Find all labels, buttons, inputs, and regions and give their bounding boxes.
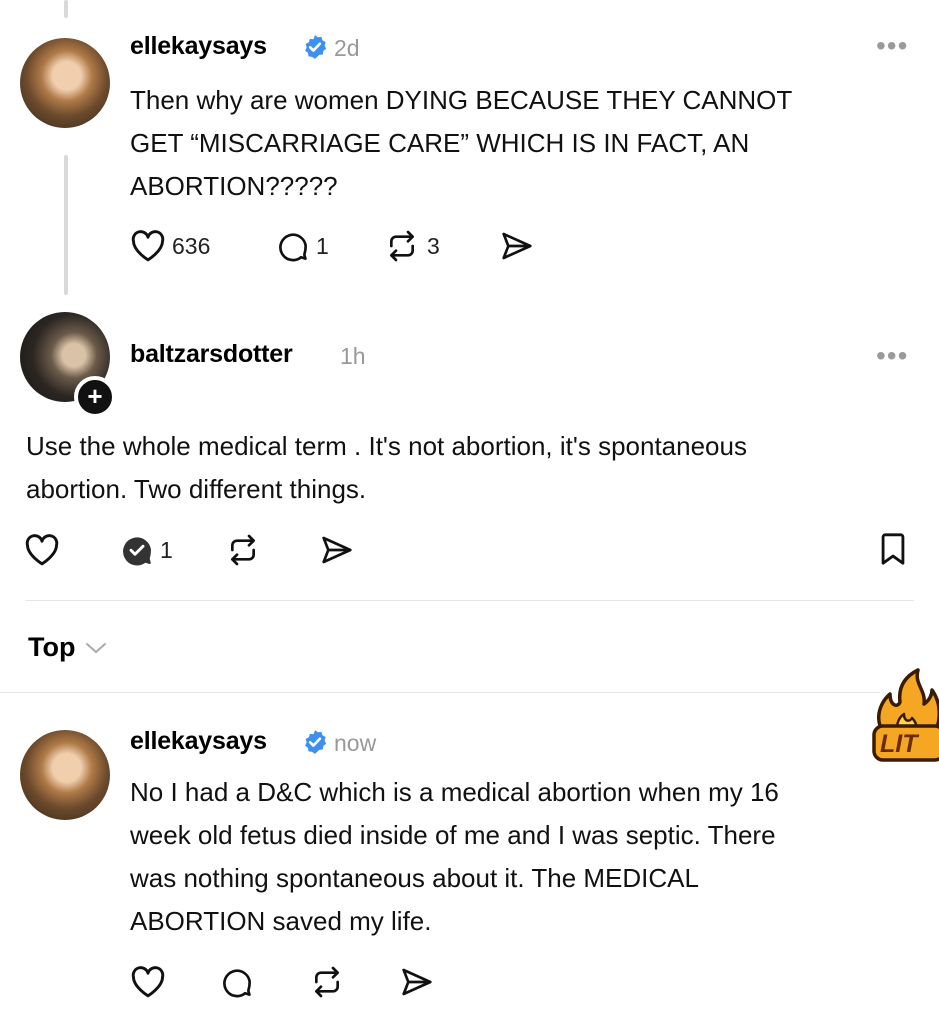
plus-icon[interactable]: + xyxy=(74,376,116,418)
send-icon xyxy=(402,968,432,996)
verified-badge-icon xyxy=(305,35,327,59)
thread-line-post1 xyxy=(64,155,68,295)
post-body: No I had a D&C which is a medical aborti… xyxy=(130,771,779,943)
like-button[interactable]: 636 xyxy=(130,230,210,262)
divider xyxy=(26,600,914,601)
reply-icon xyxy=(123,537,151,566)
repost-icon xyxy=(390,230,414,262)
share-button[interactable] xyxy=(398,966,436,998)
avatar[interactable] xyxy=(20,730,110,820)
post-line: ABORTION saved my life. xyxy=(130,906,432,936)
reply-icon xyxy=(279,233,307,262)
thread-line-top xyxy=(64,0,68,18)
post-line: Then why are women DYING BECAUSE THEY CA… xyxy=(130,85,793,115)
post-body: Use the whole medical term . It's not ab… xyxy=(26,425,747,511)
heart-icon xyxy=(131,966,165,998)
like-button[interactable] xyxy=(24,534,60,566)
repost-button[interactable]: 3 xyxy=(383,230,440,262)
sort-selector[interactable]: Top xyxy=(28,632,107,663)
repost-count: 3 xyxy=(427,232,440,259)
sort-label: Top xyxy=(28,632,76,662)
reply-button[interactable]: 1 xyxy=(276,230,329,262)
heart-icon xyxy=(25,534,59,566)
post-line: Use the whole medical term . It's not ab… xyxy=(26,431,747,461)
more-icon[interactable]: ••• xyxy=(876,342,908,370)
username[interactable]: ellekaysays xyxy=(130,727,267,756)
avatar[interactable] xyxy=(20,38,110,128)
post-body: Then why are women DYING BECAUSE THEY CA… xyxy=(130,79,792,208)
reply-count: 1 xyxy=(160,536,173,563)
repost-button[interactable] xyxy=(308,966,346,998)
repost-icon xyxy=(315,966,339,998)
verified-badge-icon xyxy=(305,730,327,754)
repost-button[interactable] xyxy=(224,534,262,566)
lit-fire-sticker: LIT xyxy=(872,668,939,762)
divider xyxy=(0,692,880,693)
bookmark-icon xyxy=(881,533,905,565)
send-icon xyxy=(502,232,532,260)
post-line: ABORTION????? xyxy=(130,171,338,201)
timestamp: now xyxy=(334,730,377,756)
like-count: 636 xyxy=(172,232,211,259)
post-line: abortion. Two different things. xyxy=(26,474,367,504)
chevron-down-icon xyxy=(86,642,107,653)
more-icon[interactable]: ••• xyxy=(876,32,908,60)
timestamp: 1h xyxy=(340,343,366,369)
username[interactable]: baltzarsdotter xyxy=(130,340,293,369)
heart-icon xyxy=(131,230,165,262)
reply-count: 1 xyxy=(316,232,329,259)
share-button[interactable] xyxy=(498,230,536,262)
reply-icon xyxy=(223,969,251,998)
post-line: week old fetus died inside of me and I w… xyxy=(130,820,776,850)
send-icon xyxy=(322,536,352,564)
like-button[interactable] xyxy=(130,966,166,998)
timestamp: 2d xyxy=(334,35,360,61)
repost-icon xyxy=(230,534,255,566)
reply-button[interactable]: 1 xyxy=(120,534,173,566)
post-line: GET “MISCARRIAGE CARE” WHICH IS IN FACT,… xyxy=(130,128,750,158)
username[interactable]: ellekaysays xyxy=(130,32,267,61)
bookmark-button[interactable] xyxy=(878,532,908,566)
reply-button[interactable] xyxy=(220,966,254,998)
share-button[interactable] xyxy=(318,534,356,566)
post-line: No I had a D&C which is a medical aborti… xyxy=(130,777,779,807)
sticker-label: LIT xyxy=(880,730,920,758)
post-line: was nothing spontaneous about it. The ME… xyxy=(130,863,699,893)
